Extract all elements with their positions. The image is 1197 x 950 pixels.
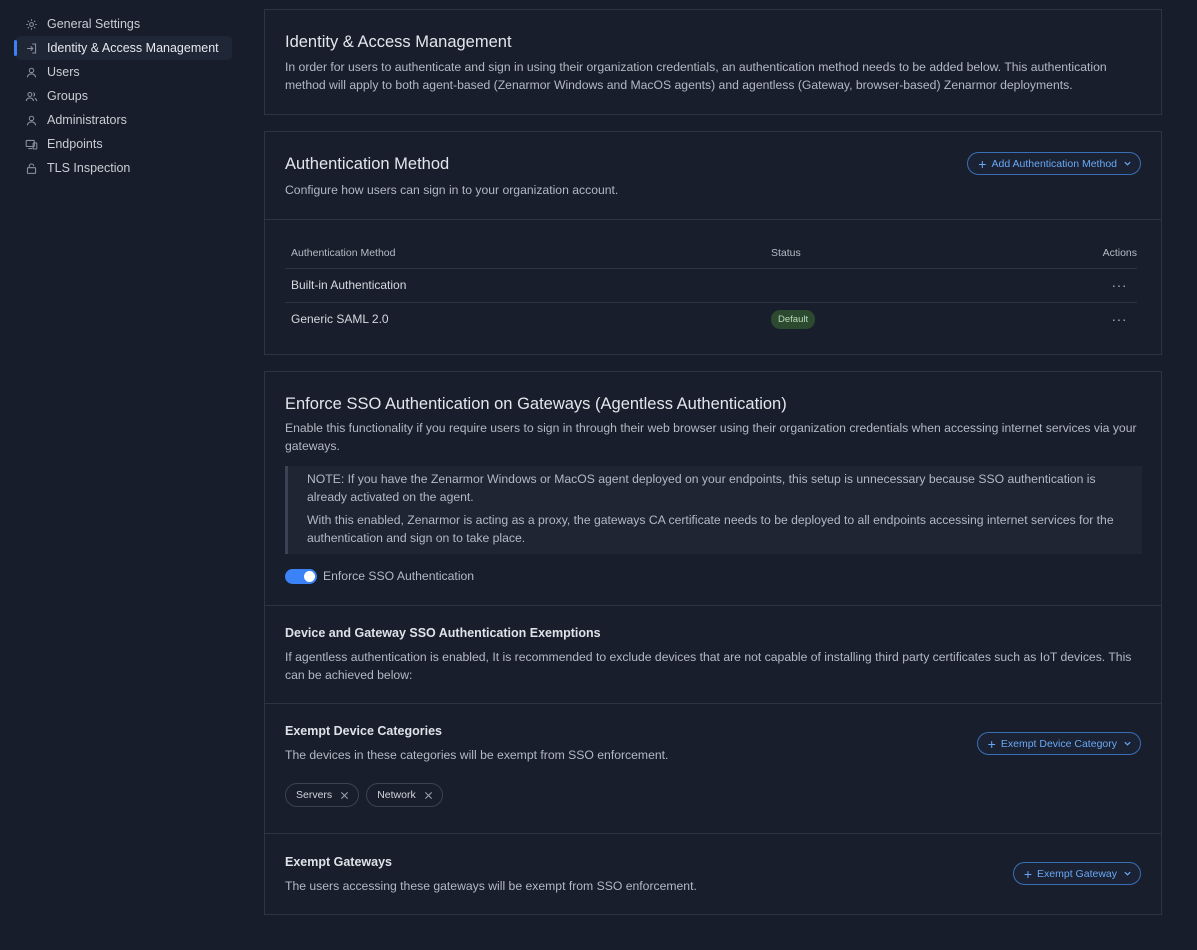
more-actions-icon[interactable]: ··· xyxy=(1112,277,1128,293)
sidebar-item-label: Users xyxy=(47,65,80,79)
auth-method-status xyxy=(765,268,1065,303)
plus-icon: + xyxy=(978,155,987,172)
gear-icon xyxy=(24,17,38,31)
user-icon xyxy=(24,65,38,79)
chevron-down-icon xyxy=(1124,161,1131,166)
sso-note: NOTE: If you have the Zenarmor Windows o… xyxy=(285,466,1142,554)
chip-label: Network xyxy=(377,789,416,801)
sidebar-item-label: TLS Inspection xyxy=(47,161,131,175)
chip-label: Servers xyxy=(296,789,333,801)
sso-enforcement-card: Enforce SSO Authentication on Gateways (… xyxy=(264,371,1162,915)
column-header-method: Authentication Method xyxy=(285,238,765,269)
exempt-gateway-label: Exempt Gateway xyxy=(1037,867,1117,880)
exempt-device-categories-title: Exempt Device Categories xyxy=(285,724,443,738)
close-icon[interactable] xyxy=(340,791,349,800)
exempt-gateways-title: Exempt Gateways xyxy=(285,855,392,869)
exemptions-section: Device and Gateway SSO Authentication Ex… xyxy=(265,606,1161,704)
exempt-gateways-section: Exempt Gateways The users accessing thes… xyxy=(265,834,1161,914)
sidebar-item-label: Groups xyxy=(47,89,88,103)
admin-icon xyxy=(24,113,38,127)
sidebar-item-endpoints[interactable]: Endpoints xyxy=(16,132,232,156)
exempt-device-category-label: Exempt Device Category xyxy=(1000,737,1117,750)
auth-methods-table: Authentication Method Status Actions Bui… xyxy=(285,238,1137,336)
add-authentication-method-button[interactable]: + Add Authentication Method xyxy=(967,152,1141,175)
sidebar-item-identity-access-management[interactable]: Identity & Access Management xyxy=(14,36,232,60)
exemptions-title: Device and Gateway SSO Authentication Ex… xyxy=(285,626,601,640)
toggle-knob xyxy=(304,571,315,582)
iam-description: In order for users to authenticate and s… xyxy=(285,60,1107,92)
auth-header: Authentication Method Configure how user… xyxy=(265,132,1161,220)
exempt-device-category-button[interactable]: + Exempt Device Category xyxy=(976,732,1141,755)
active-indicator xyxy=(14,40,17,56)
table-row[interactable]: Generic SAML 2.0 Default ··· xyxy=(285,302,1137,336)
exempt-device-categories-section: Exempt Device Categories The devices in … xyxy=(265,704,1161,834)
sso-note-text-1: NOTE: If you have the Zenarmor Windows o… xyxy=(307,472,1096,504)
chevron-down-icon xyxy=(1124,871,1131,876)
column-header-status: Status xyxy=(765,238,1065,269)
sidebar-item-administrators[interactable]: Administrators xyxy=(16,108,232,132)
lock-icon xyxy=(24,161,38,175)
table-header-row: Authentication Method Status Actions xyxy=(285,238,1137,269)
more-actions-icon[interactable]: ··· xyxy=(1112,311,1128,327)
users-icon xyxy=(24,89,38,103)
iam-header-card: Identity & Access Management In order fo… xyxy=(264,9,1162,115)
add-authentication-method-label: Add Authentication Method xyxy=(991,157,1117,170)
auth-title: Authentication Method xyxy=(285,155,450,173)
sidebar-item-label: Identity & Access Management xyxy=(47,41,219,55)
chip-servers: Servers xyxy=(285,783,360,807)
exempt-gateways-description: The users accessing these gateways will … xyxy=(285,879,697,893)
plus-icon: + xyxy=(1023,865,1033,882)
sidebar-item-groups[interactable]: Groups xyxy=(16,84,232,108)
sso-description: Enable this functionality if you require… xyxy=(285,421,1137,453)
sign-in-icon xyxy=(24,41,38,55)
auth-method-name: Built-in Authentication xyxy=(285,268,765,303)
column-header-actions: Actions xyxy=(1065,238,1137,269)
auth-description: Configure how users can sign in to your … xyxy=(285,183,619,197)
page-title: Identity & Access Management xyxy=(285,33,512,51)
sso-title: Enforce SSO Authentication on Gateways (… xyxy=(285,395,787,413)
exempt-gateway-button[interactable]: + Exempt Gateway xyxy=(1012,862,1141,885)
plus-icon: + xyxy=(987,735,996,752)
device-category-chips: Servers Network xyxy=(285,783,450,807)
auth-method-name: Generic SAML 2.0 xyxy=(291,312,389,327)
exemptions-description: If agentless authentication is enabled, … xyxy=(285,650,1132,682)
chip-network: Network xyxy=(366,783,443,807)
sso-header: Enforce SSO Authentication on Gateways (… xyxy=(265,372,1161,606)
authentication-method-card: Authentication Method Configure how user… xyxy=(264,131,1162,355)
status-badge: Default xyxy=(771,309,816,329)
enforce-sso-label: Enforce SSO Authentication xyxy=(323,569,475,583)
chevron-down-icon xyxy=(1124,741,1131,746)
sidebar-item-users[interactable]: Users xyxy=(16,60,232,84)
sidebar-item-general-settings[interactable]: General Settings xyxy=(16,12,232,36)
devices-icon xyxy=(24,137,38,151)
sidebar-item-tls-inspection[interactable]: TLS Inspection xyxy=(16,156,232,180)
enforce-sso-toggle[interactable] xyxy=(285,569,317,584)
close-icon[interactable] xyxy=(424,791,433,800)
sidebar-item-label: Endpoints xyxy=(47,137,103,151)
table-row[interactable]: Built-in Authentication ··· xyxy=(285,268,1137,303)
sidebar-item-label: General Settings xyxy=(47,17,141,31)
exempt-device-categories-description: The devices in these categories will be … xyxy=(285,748,669,762)
sso-note-text-2: With this enabled, Zenarmor is acting as… xyxy=(307,513,1114,545)
sidebar-item-label: Administrators xyxy=(47,113,127,127)
sidebar: General Settings Identity & Access Manag… xyxy=(0,0,240,950)
